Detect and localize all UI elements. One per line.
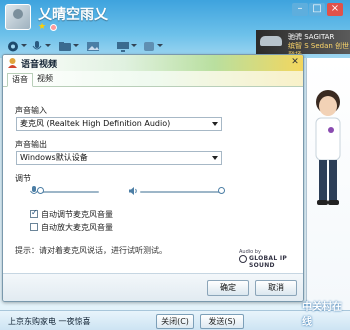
microphone-icon[interactable]: [30, 40, 44, 53]
ok-button[interactable]: 确定: [207, 280, 249, 296]
send-button[interactable]: 发送(S): [200, 314, 244, 329]
chevron-down-icon[interactable]: [157, 44, 163, 47]
chevron-down-icon: [212, 156, 218, 160]
chevron-down-icon[interactable]: [21, 44, 27, 47]
chevron-down-icon: [212, 122, 218, 126]
hint-text: 提示：请对着麦克风说话，进行试听测试。: [15, 246, 167, 255]
mic-volume-thumb[interactable]: [37, 187, 44, 194]
audio-input-label: 声音输入: [15, 106, 47, 115]
dialog-footer: 确定 取消: [3, 273, 303, 301]
car-icon: [260, 36, 282, 46]
status-dot-icon: [50, 24, 57, 31]
chevron-down-icon[interactable]: [131, 44, 137, 47]
audio-input-select[interactable]: 麦克风 (Realtek High Definition Audio): [16, 117, 222, 131]
gips-logo-icon: [239, 255, 247, 263]
dialog-title-bar[interactable]: 语音视频 ✕: [3, 55, 303, 71]
video-call-icon[interactable]: [6, 40, 20, 53]
gips-name: GLOBAL IP SOUND: [249, 255, 288, 269]
global-ip-sound-logo: Audio by GLOBAL IP SOUND: [239, 249, 301, 269]
speaker-volume-track[interactable]: [140, 191, 222, 193]
ad-line1: 驰骋 SAGITAR: [288, 33, 335, 41]
chevron-down-icon[interactable]: [45, 44, 51, 47]
auto-amplify-mic-checkbox[interactable]: [30, 223, 38, 231]
remote-desktop-icon[interactable]: [116, 40, 130, 53]
voice-video-dialog: 语音视频 ✕ 语音 视频 声音输入 麦克风 (Realtek High Defi…: [2, 54, 304, 302]
tab-voice[interactable]: 语音: [7, 73, 33, 87]
close-icon[interactable]: ✕: [289, 57, 301, 68]
contact-name[interactable]: 乂晴空雨乂: [38, 4, 108, 24]
ad-line2: 缤智 S Sedan 创世登场: [288, 42, 350, 54]
ad-banner[interactable]: 驰骋 SAGITAR 缤智 S Sedan 创世登场: [256, 30, 350, 54]
close-window-button[interactable]: ×: [327, 3, 343, 16]
audio-output-select[interactable]: Windows默认设备: [16, 151, 222, 165]
audio-output-label: 声音输出: [15, 140, 47, 149]
cancel-button[interactable]: 取消: [255, 280, 297, 296]
app-icon[interactable]: [142, 40, 156, 53]
dialog-title: 语音视频: [21, 60, 58, 70]
contact-status: ★: [38, 22, 68, 32]
close-chat-button[interactable]: 关闭(C): [156, 314, 194, 329]
auto-amplify-mic-label[interactable]: 自动放大麦克风音量: [41, 222, 113, 233]
auto-adjust-mic-label[interactable]: 自动调节麦克风音量: [41, 209, 113, 220]
dialog-tabs: 语音 视频: [3, 71, 303, 87]
minimize-button[interactable]: –: [292, 3, 308, 16]
audio-input-value: 麦克风 (Realtek High Definition Audio): [20, 119, 171, 128]
star-icon: ★: [38, 22, 47, 32]
adjust-label: 调节: [15, 174, 31, 183]
avatar-show-figure: [315, 90, 341, 205]
audio-output-value: Windows默认设备: [20, 153, 88, 162]
contact-avatar[interactable]: [5, 4, 31, 30]
bottom-ad-link[interactable]: 上京东购家电 一夜惊喜: [8, 316, 91, 327]
send-file-icon[interactable]: [58, 40, 72, 53]
watermark: 中关村在线: [302, 302, 342, 328]
auto-adjust-mic-checkbox[interactable]: [30, 208, 38, 218]
voice-settings-panel: 声音输入 麦克风 (Realtek High Definition Audio)…: [3, 88, 303, 271]
image-icon[interactable]: [86, 40, 100, 53]
user-icon: [8, 58, 17, 68]
speaker-volume-thumb[interactable]: [218, 187, 225, 194]
maximize-button[interactable]: □: [309, 3, 325, 16]
mic-volume-track[interactable]: [41, 191, 99, 193]
chat-bottom-bar: 上京东购家电 一夜惊喜 关闭(C) 发送(S): [0, 310, 350, 330]
tab-video[interactable]: 视频: [33, 73, 57, 87]
speaker-icon: [129, 187, 137, 195]
chevron-down-icon[interactable]: [73, 44, 79, 47]
